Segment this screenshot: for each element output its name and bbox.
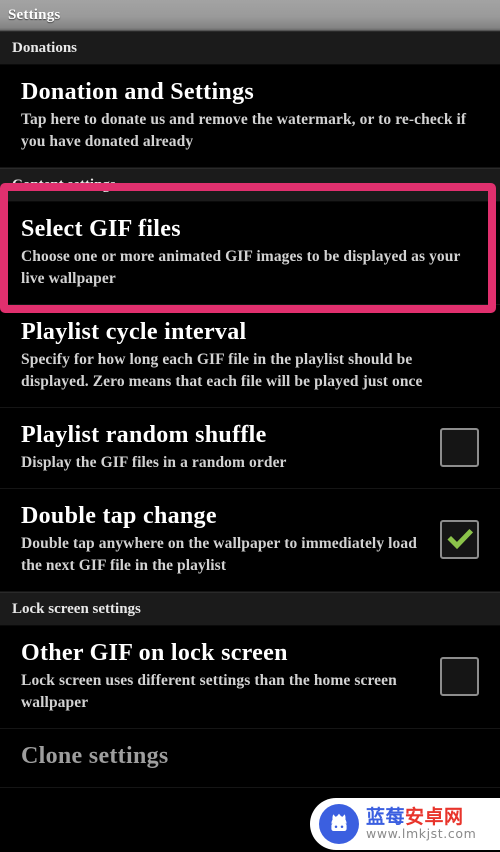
settings-row-text: Double tap change Double tap anywhere on … — [21, 501, 430, 577]
settings-row-control — [430, 656, 479, 696]
checkbox-unchecked[interactable] — [440, 656, 479, 696]
settings-row-text: Select GIF files Choose one or more anima… — [21, 214, 479, 290]
settings-row-summary: Display the GIF files in a random order — [21, 454, 287, 471]
settings-row-control — [430, 519, 479, 559]
settings-row-title: Clone settings — [21, 743, 169, 769]
android-robot-crown-icon — [319, 804, 359, 844]
checkbox-checked[interactable] — [440, 519, 479, 559]
settings-row-summary: Tap here to donate us and remove the wat… — [21, 111, 467, 150]
watermark-brand-part1: 蓝莓 — [366, 805, 406, 828]
settings-row-summary: Lock screen uses different settings than… — [21, 672, 397, 711]
settings-row-text: Donation and Settings Tap here to donate … — [21, 77, 479, 153]
settings-row-title: Playlist random shuffle — [21, 422, 267, 448]
check-icon — [446, 528, 473, 550]
settings-row[interactable]: Double tap change Double tap anywhere on … — [0, 489, 500, 592]
section-header: Donations — [0, 31, 500, 65]
page-title: Settings — [8, 6, 61, 23]
settings-row-title: Select GIF files — [21, 216, 181, 242]
settings-row[interactable]: Other GIF on lock screen Lock screen uses… — [0, 626, 500, 729]
settings-row-title: Double tap change — [21, 503, 217, 529]
settings-row-title: Donation and Settings — [21, 79, 255, 105]
settings-row-text: Other GIF on lock screen Lock screen uses… — [21, 638, 430, 714]
settings-row[interactable]: Donation and Settings Tap here to donate … — [0, 65, 500, 168]
settings-row[interactable]: Clone settings — [0, 729, 500, 788]
settings-row[interactable]: Playlist cycle interval Specify for how l… — [0, 305, 500, 408]
watermark-url: www.lmkjst.com — [366, 825, 477, 841]
site-watermark: 蓝莓安卓网 www.lmkjst.com — [310, 798, 500, 850]
settings-row-summary: Double tap anywhere on the wallpaper to … — [21, 535, 417, 574]
watermark-brand-part2: 安卓网 — [405, 805, 464, 828]
settings-row-summary: Specify for how long each GIF file in th… — [21, 351, 423, 390]
settings-row-text: Playlist random shuffle Display the GIF f… — [21, 420, 430, 474]
window-titlebar: Settings — [0, 0, 500, 31]
settings-row-title: Playlist cycle interval — [21, 319, 247, 345]
settings-row-title: Other GIF on lock screen — [21, 640, 288, 666]
watermark-brand: 蓝莓安卓网 — [366, 805, 476, 828]
settings-row[interactable]: Playlist random shuffle Display the GIF f… — [0, 408, 500, 489]
settings-row[interactable]: Select GIF files Choose one or more anima… — [0, 202, 500, 305]
section-header: Content settings — [0, 168, 500, 202]
settings-row-text: Clone settings — [21, 741, 479, 773]
settings-row-summary: Choose one or more animated GIF images t… — [21, 248, 461, 287]
settings-row-control — [430, 427, 479, 467]
checkbox-unchecked[interactable] — [440, 427, 479, 467]
settings-list[interactable]: Donations Donation and Settings Tap here t… — [0, 31, 500, 788]
settings-row-text: Playlist cycle interval Specify for how l… — [21, 317, 479, 393]
section-header: Lock screen settings — [0, 592, 500, 626]
